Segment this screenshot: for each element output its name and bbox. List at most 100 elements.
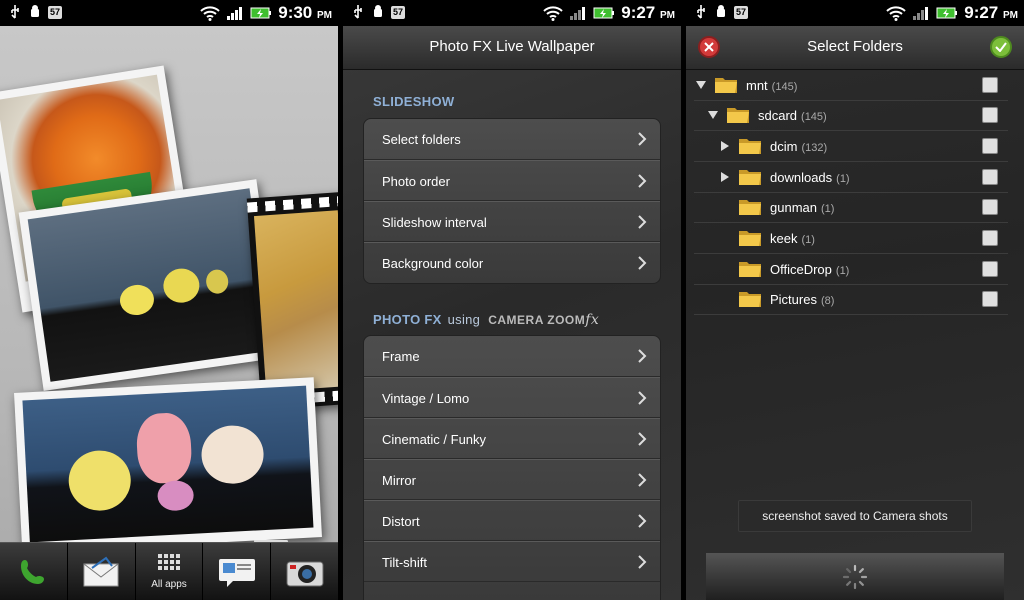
- messages-icon: [218, 558, 255, 587]
- expanded-arrow-icon[interactable]: [696, 80, 706, 90]
- vintage-lomo-item[interactable]: Vintage / Lomo: [364, 377, 660, 418]
- wifi-icon: [200, 6, 220, 21]
- background-color-item[interactable]: Background color: [364, 242, 660, 283]
- folder-icon: [739, 262, 761, 277]
- notification-badge: 57: [734, 5, 749, 19]
- battery-charging-icon: [593, 7, 615, 19]
- folder-row-sdcard[interactable]: sdcard (145): [694, 101, 1008, 131]
- collapsed-arrow-icon[interactable]: [720, 141, 730, 151]
- expanded-arrow-icon[interactable]: [708, 110, 718, 120]
- status-bar: 57 9:27 PM: [343, 0, 681, 26]
- all-apps-label: All apps: [151, 579, 187, 590]
- collapsed-arrow-icon[interactable]: [720, 172, 730, 182]
- settings-title-bar: Photo FX Live Wallpaper: [343, 26, 681, 70]
- confirm-button[interactable]: [990, 36, 1012, 58]
- page-title: Photo FX Live Wallpaper: [429, 38, 595, 55]
- apps-grid-icon: [157, 554, 180, 570]
- chicks-table-photo: [27, 188, 273, 382]
- checkmark-icon: [995, 42, 1007, 52]
- folder-checkbox[interactable]: [982, 291, 998, 307]
- close-icon: [704, 42, 714, 52]
- chevron-right-icon: [638, 349, 647, 363]
- chevron-right-icon: [638, 555, 647, 569]
- folder-checkbox[interactable]: [982, 107, 998, 123]
- battery-charging-icon: [936, 7, 958, 19]
- photo-fx-section-header: PHOTO FX using CAMERA ZOOMfx: [373, 312, 600, 328]
- chevron-right-icon: [638, 473, 647, 487]
- notification-badge: 57: [48, 5, 63, 19]
- battery-charging-icon: [250, 7, 272, 19]
- status-bar: 57 9:27 PM: [686, 0, 1024, 26]
- folder-row-downloads[interactable]: downloads (1): [694, 163, 1008, 193]
- folder-icon: [739, 170, 761, 185]
- chevron-right-icon: [638, 391, 647, 405]
- distort-item[interactable]: Distort: [364, 500, 660, 541]
- folder-icon: [739, 200, 761, 215]
- photo-order-item[interactable]: Photo order: [364, 160, 660, 201]
- dock-messages-button[interactable]: [203, 543, 272, 600]
- wifi-icon: [543, 6, 563, 21]
- slideshow-section-header: SLIDESHOW: [373, 94, 455, 109]
- wallpaper-settings-panel: 57 9:27 PM Photo FX Live Wallpaper SLIDE…: [343, 0, 681, 600]
- chevron-right-icon: [638, 514, 647, 528]
- select-folders-item[interactable]: Select folders: [364, 119, 660, 160]
- home-dock: All apps: [0, 542, 338, 600]
- folder-checkbox[interactable]: [982, 199, 998, 215]
- slideshow-settings-group: Select folders Photo order Slideshow int…: [363, 118, 661, 284]
- folder-checkbox[interactable]: [982, 77, 998, 93]
- folder-row-gunman[interactable]: gunman (1): [694, 193, 1008, 223]
- mirror-item[interactable]: Mirror: [364, 459, 660, 500]
- clock-time: 9:30 PM: [278, 3, 332, 22]
- chevron-right-icon: [638, 174, 647, 188]
- wifi-icon: [886, 6, 906, 21]
- chevron-right-icon: [638, 215, 647, 229]
- home-screen-panel: 57 9:30 PM All apps: [0, 0, 338, 600]
- folder-row-pictures[interactable]: Pictures (8): [694, 285, 1008, 315]
- folders-title-bar: Select Folders: [686, 26, 1024, 70]
- sandwich-photo: [253, 210, 338, 392]
- folder-icon: [727, 108, 749, 123]
- select-folders-panel: 57 9:27 PM Select Folders mnt (145) sdcar…: [686, 0, 1024, 600]
- chevron-right-icon: [638, 256, 647, 270]
- notification-badge: 57: [391, 5, 406, 19]
- slideshow-interval-item[interactable]: Slideshow interval: [364, 201, 660, 242]
- android-debug-icon: [374, 5, 382, 17]
- folder-icon: [739, 292, 761, 307]
- bottom-bar: [706, 553, 1004, 600]
- tilt-shift-item[interactable]: Tilt-shift: [364, 541, 660, 582]
- loading-spinner-icon: [842, 564, 868, 590]
- usb-icon: [354, 5, 362, 19]
- toast-message: screenshot saved to Camera shots: [738, 500, 972, 532]
- android-debug-icon: [717, 5, 725, 17]
- folder-checkbox[interactable]: [982, 169, 998, 185]
- folder-checkbox[interactable]: [982, 261, 998, 277]
- phone-icon: [21, 559, 45, 584]
- photo-frame-chicks-table: [18, 179, 282, 391]
- clock-time: 9:27 PM: [964, 3, 1018, 22]
- dock-mail-button[interactable]: [68, 543, 136, 600]
- folder-row-officedrop[interactable]: OfficeDrop (1): [694, 255, 1008, 285]
- folder-checkbox[interactable]: [982, 230, 998, 246]
- folder-row-mnt[interactable]: mnt (145): [694, 71, 1008, 101]
- dock-camera-button[interactable]: [271, 543, 338, 600]
- mail-icon: [83, 556, 119, 586]
- photo-fx-settings-group: Frame Vintage / Lomo Cinematic / Funky M…: [363, 335, 661, 600]
- folder-checkbox[interactable]: [982, 138, 998, 154]
- folder-icon: [739, 139, 761, 154]
- usb-icon: [11, 5, 19, 19]
- dock-phone-button[interactable]: [0, 543, 68, 600]
- folder-row-keek[interactable]: keek (1): [694, 224, 1008, 254]
- android-debug-icon: [31, 5, 39, 17]
- cancel-button[interactable]: [698, 36, 720, 58]
- signal-icon: [570, 7, 586, 20]
- usb-icon: [697, 5, 705, 19]
- frame-item[interactable]: Frame: [364, 336, 660, 377]
- folder-row-dcim[interactable]: dcim (132): [694, 132, 1008, 162]
- folder-icon: [715, 78, 737, 93]
- photo-frame-chicks-closeup: [14, 377, 322, 553]
- status-bar: 57 9:30 PM: [0, 0, 338, 26]
- signal-icon: [913, 7, 929, 20]
- dock-all-apps-button[interactable]: All apps: [136, 543, 204, 600]
- cinematic-funky-item[interactable]: Cinematic / Funky: [364, 418, 660, 459]
- signal-icon: [227, 7, 243, 20]
